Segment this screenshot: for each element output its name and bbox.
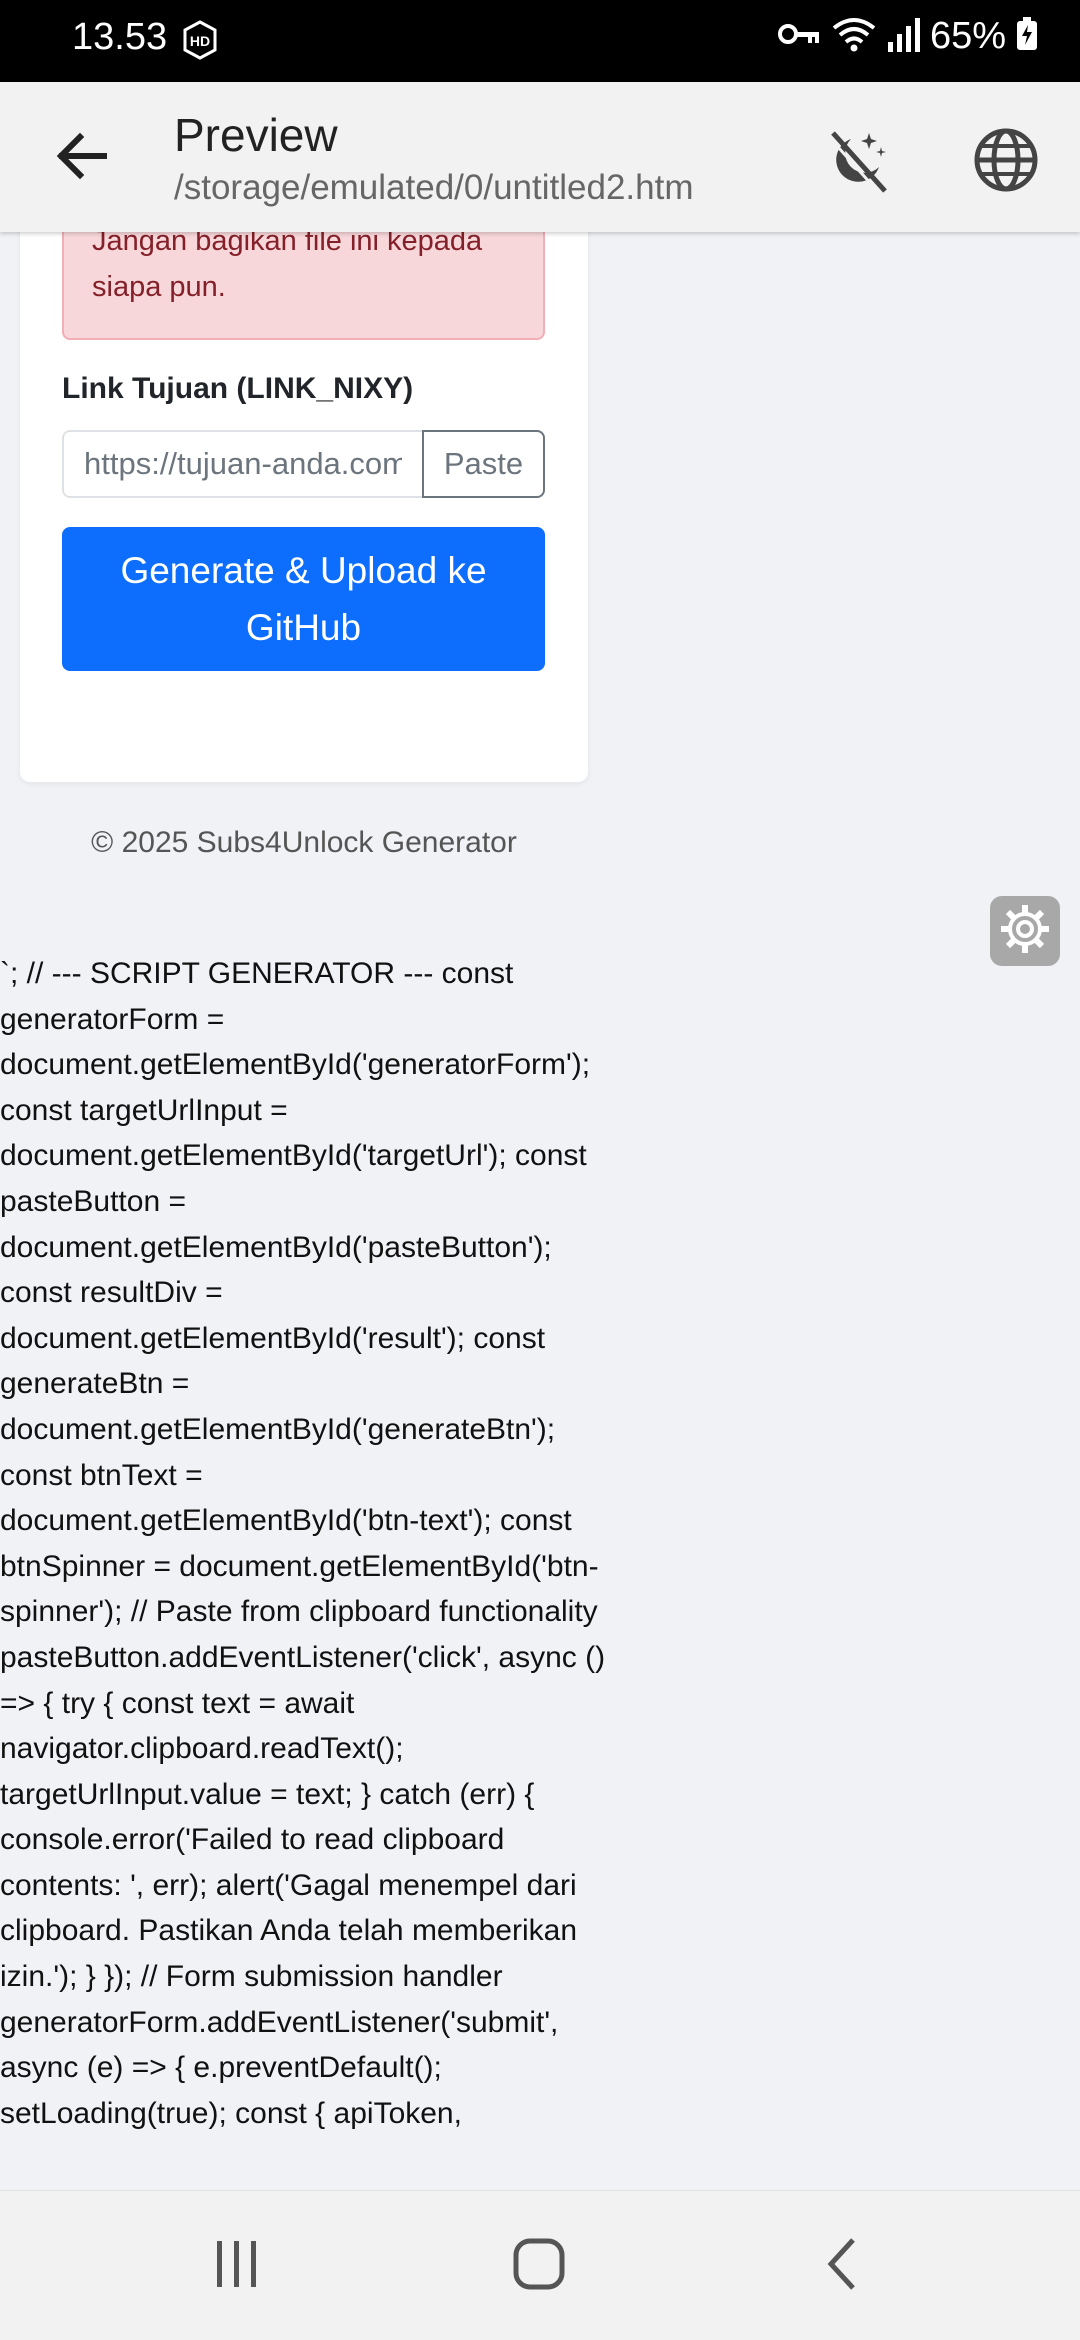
settings-gear-icon: [999, 903, 1051, 960]
wifi-icon: [832, 14, 876, 59]
theme-toggle-button[interactable]: [818, 122, 898, 202]
paste-button[interactable]: Paste: [422, 430, 545, 498]
system-nav-bar: [0, 2190, 1080, 2340]
hd-icon: HD: [180, 20, 220, 60]
recent-apps-button[interactable]: [192, 2231, 282, 2301]
recent-apps-icon: [213, 2239, 261, 2294]
status-time: 13.53: [72, 16, 168, 58]
svg-text:HD: HD: [190, 33, 210, 49]
globe-button[interactable]: [966, 122, 1046, 202]
home-button[interactable]: [494, 2231, 584, 2301]
raw-script-text: `; // --- SCRIPT GENERATOR --- const gen…: [0, 957, 606, 2130]
file-path-subtitle: /storage/emulated/0/untitled2.htm: [174, 168, 694, 207]
app-bar: Preview /storage/emulated/0/untitled2.ht…: [0, 82, 1080, 232]
battery-percent: 65%: [929, 15, 1006, 57]
generate-upload-button[interactable]: Generate & Upload ke GitHub: [62, 527, 545, 671]
signal-icon: [886, 16, 920, 57]
home-icon: [512, 2237, 566, 2296]
target-url-input[interactable]: [62, 430, 424, 498]
footer-copyright: © 2025 Subs4Unlock Generator: [91, 826, 517, 859]
status-right-group: 65%: [777, 14, 1038, 59]
status-bar: 13.53 HD 65%: [0, 0, 1080, 82]
page-title: Preview: [174, 109, 338, 161]
back-nav-button[interactable]: [796, 2231, 886, 2301]
back-button[interactable]: [40, 116, 124, 200]
globe-icon: [973, 127, 1039, 198]
chevron-back-icon: [821, 2236, 861, 2297]
battery-charging-icon: [1016, 17, 1038, 56]
theme-toggle-icon: [823, 125, 893, 200]
key-icon: [777, 19, 822, 54]
arrow-back-icon: [54, 128, 110, 189]
target-url-label: Link Tujuan (LINK_NIXY): [62, 372, 414, 405]
floating-settings-button[interactable]: [990, 896, 1060, 966]
